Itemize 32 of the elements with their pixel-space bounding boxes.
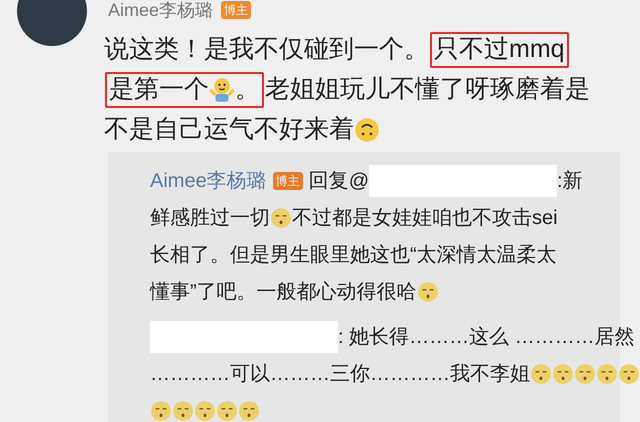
upside-down-face-icon xyxy=(354,117,380,143)
sleepy-face-icon xyxy=(530,362,552,384)
comment-text: 不是自己运气不好来着 xyxy=(104,114,354,146)
sleepy-face-icon xyxy=(238,400,260,422)
sleepy-face-icon xyxy=(416,280,439,302)
comment-text: 只不过mmq xyxy=(434,34,565,66)
blogger-badge: 博主 xyxy=(221,1,252,19)
blogger-badge: 博主 xyxy=(272,172,303,190)
sleepy-face-icon xyxy=(552,362,574,384)
sleepy-face-icon xyxy=(270,206,292,228)
comment-text: …………可以………三你…………我不李姐 xyxy=(150,362,530,386)
sleepy-face-icon xyxy=(150,400,172,422)
comment-text: 是第一个 xyxy=(109,74,209,106)
sleepy-face-icon xyxy=(172,400,194,422)
comment-text: : 她长得………这么 …………居然 xyxy=(338,324,635,350)
comment-text: 说这类！是我不仅碰到一个。 xyxy=(104,34,429,66)
comment-text: 懂事”了吧。一般都心动得很哈 xyxy=(150,280,417,304)
comment-text: 鲜感胜过一切 xyxy=(150,206,270,230)
comment-text: :新 xyxy=(557,168,583,194)
author-name[interactable]: Aimee李杨璐 xyxy=(108,0,214,20)
comment-text: 不过都是女娃娃咱也不攻击sei xyxy=(292,206,558,230)
comment-text: 老姐姐玩儿不懂了呀琢磨着是 xyxy=(265,74,590,106)
comment-text: 长相了。但是男生眼里她这也“太深情太温柔太 xyxy=(150,242,557,268)
comment-text: 回复@ xyxy=(308,168,370,194)
author-name[interactable]: Aimee李杨璐 xyxy=(150,166,267,196)
shrug-emoji-icon xyxy=(209,77,235,103)
comment-text: 。 xyxy=(235,74,260,106)
sleepy-face-icon xyxy=(574,362,596,384)
sleepy-face-icon xyxy=(618,362,640,384)
sleepy-face-icon xyxy=(216,400,238,422)
sleepy-face-icon xyxy=(596,362,618,384)
sleepy-face-icon xyxy=(194,400,216,422)
